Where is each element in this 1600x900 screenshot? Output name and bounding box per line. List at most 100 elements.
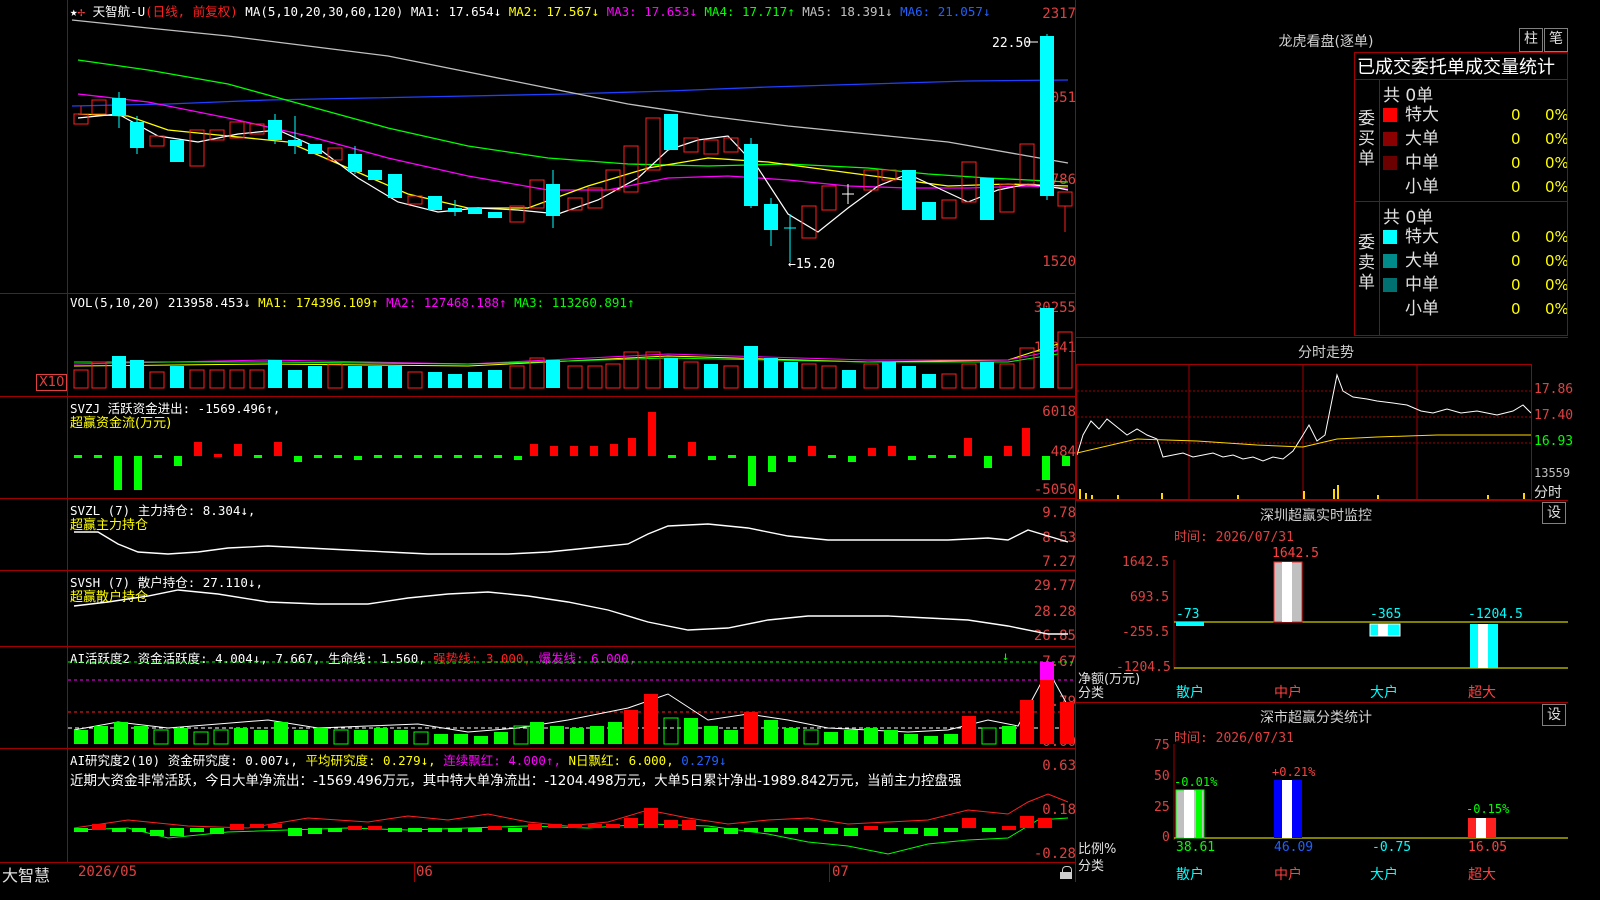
ma3-value: MA3: 17.653↓	[606, 4, 697, 19]
ma6-value: MA6: 21.057↓	[900, 4, 991, 19]
lhb-title: 龙虎看盘(逐单)	[1278, 34, 1374, 50]
ma4-line	[77, 59, 1069, 183]
sz-stats-value: -0.75	[1372, 840, 1412, 855]
bar-view-button[interactable]: 柱	[1519, 28, 1543, 52]
intraday-chart	[1076, 365, 1532, 499]
ai-research-label: AI研究度2(10) 资金研究度: 0.007↓,	[70, 753, 298, 768]
plus-icon[interactable]: ✢	[78, 4, 86, 19]
tick-view-button[interactable]: 笔	[1544, 28, 1568, 52]
sz-monitor-cat: 超大	[1468, 685, 1496, 701]
svzj-chart	[74, 412, 1070, 490]
sell-row: 小单 0 0%	[1405, 299, 1568, 319]
ai-research-val: 0.279↓	[681, 753, 727, 768]
brand-label: 大智慧	[2, 866, 51, 885]
sz-stats-title: 深市超赢分类统计	[1260, 710, 1372, 726]
panel-sep	[0, 748, 1076, 749]
sz-monitor-cat: 散户	[1176, 685, 1204, 701]
sz-monitor-value: -365	[1370, 607, 1402, 622]
ai-active-chart: ↓	[68, 650, 1074, 745]
sz-stats-cat: 散户	[1176, 867, 1204, 883]
sz-stats-ytick: 50	[1154, 769, 1170, 784]
color-swatch	[1383, 108, 1397, 122]
sz-monitor-ytick: 1642.5	[1122, 555, 1169, 570]
intraday-title: 分时走势	[1298, 345, 1354, 361]
ai-research-avg: 平均研究度: 0.279↓,	[305, 753, 436, 768]
candles	[73, 34, 1073, 262]
sz-stats-ytick: 25	[1154, 800, 1170, 815]
vol-unit: X10	[36, 374, 68, 391]
intraday-tag: 分时	[1534, 485, 1562, 501]
xaxis-date: 06	[416, 864, 433, 880]
panel-sep	[0, 646, 1076, 647]
xaxis-date: 07	[832, 864, 849, 880]
kline-chart[interactable]: 22.50 ←15.20	[68, 18, 1074, 292]
volume-chart	[73, 308, 1073, 389]
lock-icon-body	[1060, 872, 1072, 879]
sz-stats-cat: 中户	[1274, 867, 1302, 883]
ma2-value: MA2: 17.567↓	[508, 4, 600, 19]
sz-stats-cat: 超大	[1468, 867, 1496, 883]
intraday-ytick: 16.93	[1534, 434, 1574, 449]
ai-research-nday: N日飘红: 6.000,	[568, 753, 674, 768]
sz-stats-ytick: 75	[1154, 738, 1170, 753]
high-annotation: 22.50	[992, 36, 1031, 51]
panel-sep	[0, 293, 1076, 294]
sz-monitor-value: 1642.5	[1272, 546, 1319, 561]
sz-stats-ytick: 0	[1162, 830, 1170, 845]
sz-monitor-title: 深圳超赢实时监控	[1260, 508, 1372, 524]
sz-monitor-value: -1204.5	[1468, 607, 1523, 622]
ma4-value: MA4: 17.717↑	[704, 4, 795, 19]
volume-bars	[73, 308, 1073, 389]
sell-row: 大单 0 0%	[1383, 249, 1567, 273]
sz-monitor-ytick: -255.5	[1122, 625, 1169, 640]
ma1-value: MA1: 17.654↓	[410, 4, 502, 19]
ai-research-comment: 近期大资金非常活跃，今日大单净流出：-1569.496万元，其中特大单净流出：-…	[70, 773, 962, 789]
buy-row: 特大 0 0%	[1383, 103, 1567, 127]
chart-area[interactable]: ★✢ 天智航-U(日线, 前复权) MA(5,10,20,30,60,120) …	[0, 0, 1076, 885]
sz-monitor-value: -73	[1176, 607, 1200, 622]
sz-stats-settings-button[interactable]: 设	[1542, 704, 1566, 726]
color-swatch	[1383, 254, 1397, 268]
sz-stats-change: +0.21%	[1272, 765, 1316, 779]
sz-stats-value: 38.61	[1176, 840, 1216, 855]
sz-monitor-xlabel: 分类	[1078, 686, 1105, 701]
color-swatch	[1383, 156, 1397, 170]
buy-row: 中单 0 0%	[1383, 151, 1567, 175]
ai-research-header: AI研究度2(10) 资金研究度: 0.007↓, 平均研究度: 0.279↓,…	[70, 750, 726, 769]
sz-monitor-ytick: 693.5	[1130, 590, 1170, 605]
intraday-vol: 13559	[1534, 466, 1571, 480]
svg-text:↓: ↓	[1002, 650, 1009, 663]
sz-monitor-cat: 中户	[1274, 685, 1302, 701]
sz-stats-change: -0.01%	[1174, 775, 1218, 789]
sz-stats-chart	[1173, 744, 1568, 840]
buy-row: 小单 0 0%	[1405, 177, 1568, 197]
period-label[interactable]: (日线, 前复权)	[145, 4, 238, 19]
lhb-header: 已成交委托单成交量统计	[1357, 57, 1555, 78]
ma5-line	[71, 19, 1069, 164]
sz-monitor-settings-button[interactable]: 设	[1542, 502, 1566, 524]
ma5-value: MA5: 18.391↓	[802, 4, 893, 19]
sz-stats-value: 16.05	[1468, 840, 1508, 855]
panel-sep	[0, 498, 1076, 499]
xaxis-tickmark	[829, 862, 830, 882]
intraday-ytick: 17.86	[1534, 382, 1574, 397]
right-panel: 龙虎看盘(逐单) 柱 笔 已成交委托单成交量统计 委买单 委卖单 共 0单 共 …	[1076, 0, 1573, 883]
sell-side-label: 委卖单	[1358, 233, 1375, 293]
sell-row: 特大 0 0%	[1383, 225, 1567, 249]
buy-row: 大单 0 0%	[1383, 127, 1567, 151]
sz-stats-xlabel: 分类	[1078, 859, 1105, 874]
ma2-line	[77, 113, 1069, 209]
ma3-line	[77, 93, 1069, 191]
svzl-chart	[74, 523, 1069, 555]
xaxis-tickmark	[414, 862, 415, 882]
ai-research-ytick: 0.63	[1042, 758, 1076, 774]
ai-research-chart	[73, 793, 1069, 855]
panel-sep	[0, 396, 1076, 397]
intraday-box[interactable]	[1076, 364, 1532, 500]
buy-side-label: 委买单	[1358, 109, 1375, 169]
ai-research-red: 连续飘红: 4.000↑,	[443, 753, 561, 768]
panel-sep	[0, 862, 1076, 863]
panel-sep	[0, 570, 1076, 571]
star-icon[interactable]: ★	[70, 4, 78, 19]
color-swatch	[1383, 230, 1397, 244]
